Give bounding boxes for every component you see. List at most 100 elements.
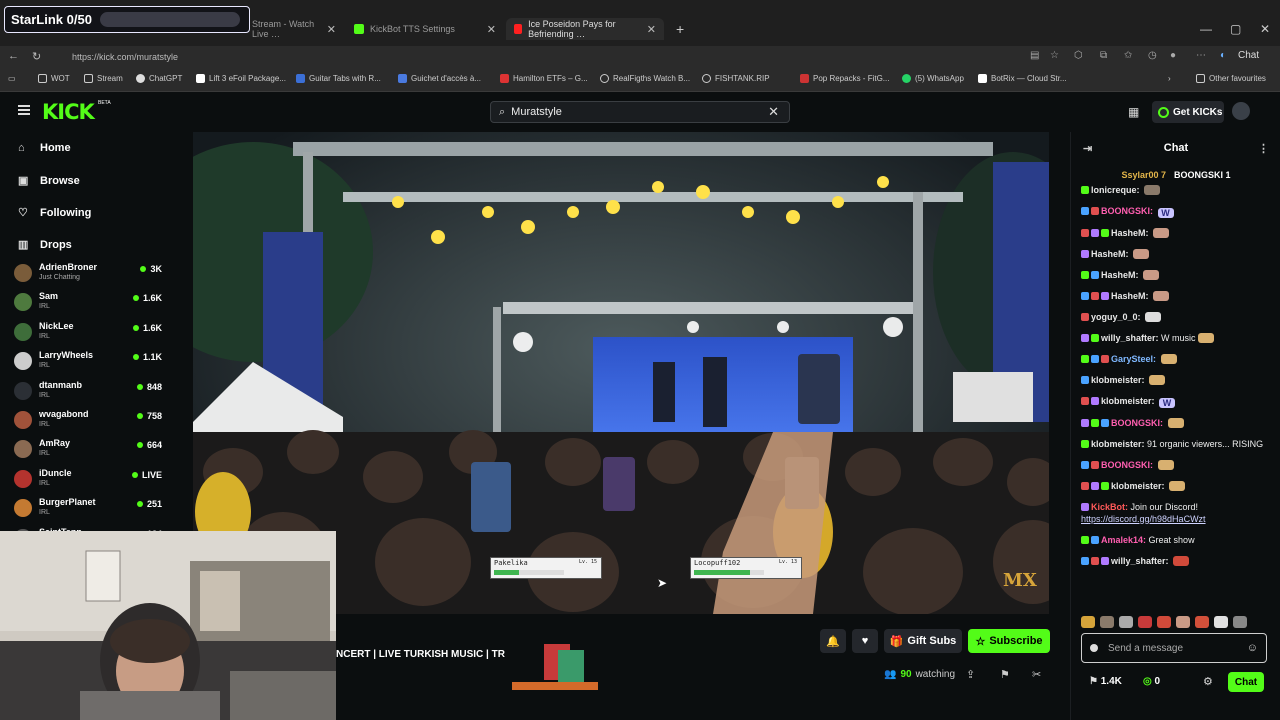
follow-button[interactable]: ♥ bbox=[852, 629, 878, 653]
bookmarks-menu-icon[interactable]: ▭ bbox=[8, 74, 16, 83]
search-input[interactable]: ⌕ Muratstyle ✕ bbox=[490, 101, 790, 123]
points-balance[interactable]: ◎ 0 bbox=[1143, 676, 1160, 687]
emote-icon[interactable] bbox=[1176, 616, 1190, 628]
layout-icon[interactable]: ▦ bbox=[1128, 105, 1139, 119]
close-icon[interactable]: ✕ bbox=[327, 23, 336, 36]
chat-username[interactable]: BOONGSKI: bbox=[1111, 418, 1163, 428]
chat-username[interactable]: BOONGSKI: bbox=[1101, 206, 1153, 216]
bookmark-item[interactable]: BotRix — Cloud Str... bbox=[978, 74, 1067, 83]
share-icon[interactable]: ⇪ bbox=[966, 668, 975, 681]
kick-logo[interactable]: KICK bbox=[42, 100, 95, 124]
bookmark-item[interactable]: FISHTANK.RIP bbox=[702, 74, 770, 83]
url-field[interactable]: https://kick.com/muratstyle bbox=[56, 48, 1016, 66]
bookmark-item[interactable]: (5) WhatsApp bbox=[902, 74, 964, 83]
emote-icon[interactable] bbox=[1100, 616, 1114, 628]
notification-bell-button[interactable]: 🔔 bbox=[820, 629, 846, 653]
gifter-badge[interactable]: BOONGSKI 1 bbox=[1174, 170, 1231, 180]
copilot-icon[interactable]: ◐ bbox=[1220, 50, 1226, 61]
bookmark-item[interactable]: ChatGPT bbox=[136, 74, 182, 83]
sidebar-item-browse[interactable]: ▣ Browse bbox=[18, 174, 80, 188]
reader-icon[interactable]: ▤ bbox=[1030, 50, 1039, 61]
sidebar-channel[interactable]: LarryWheels IRL 1.1K bbox=[12, 348, 164, 376]
maximize-icon[interactable]: ▢ bbox=[1230, 22, 1241, 36]
more-icon[interactable]: ⋯ bbox=[1196, 50, 1206, 61]
close-icon[interactable]: ✕ bbox=[647, 23, 656, 36]
new-tab-button[interactable]: + bbox=[668, 18, 688, 40]
refresh-icon[interactable]: ↻ bbox=[32, 50, 41, 63]
chevron-right-icon[interactable]: › bbox=[1168, 74, 1171, 83]
split-icon[interactable]: ⧉ bbox=[1100, 50, 1107, 61]
sidebar-channel[interactable]: AdrienBroner Just Chatting 3K bbox=[12, 260, 164, 288]
bookmark-item[interactable]: Pop Repacks - FitG... bbox=[800, 74, 889, 83]
favorite-star-icon[interactable]: ☆ bbox=[1050, 50, 1059, 61]
copilot-chat-button[interactable]: Chat bbox=[1238, 50, 1259, 61]
emote-icon[interactable] bbox=[1233, 616, 1247, 628]
window-close-icon[interactable]: ✕ bbox=[1260, 22, 1270, 36]
emote-icon[interactable] bbox=[1081, 616, 1095, 628]
report-icon[interactable]: ⚑ bbox=[1000, 668, 1010, 681]
chat-input[interactable]: Send a message ☺ bbox=[1081, 633, 1267, 663]
bookmark-item[interactable]: WOT bbox=[38, 74, 70, 83]
bookmark-item[interactable]: Stream bbox=[84, 74, 123, 83]
collapse-chat-icon[interactable]: ⇥ bbox=[1083, 142, 1092, 155]
sidebar-channel[interactable]: iDuncle IRL LIVE bbox=[12, 466, 164, 494]
gift-subs-button[interactable]: 🎁 Gift Subs bbox=[884, 629, 962, 653]
bookmark-item[interactable]: Guitar Tabs with R... bbox=[296, 74, 381, 83]
emote-icon[interactable] bbox=[1138, 616, 1152, 628]
browser-tab-youtube[interactable]: Ice Poseidon Pays for Befriending … ✕ bbox=[506, 18, 664, 40]
chat-username[interactable]: Amalek14: bbox=[1101, 535, 1146, 545]
menu-icon[interactable] bbox=[18, 105, 30, 115]
kicks-balance[interactable]: ⚑ 1.4K bbox=[1089, 676, 1122, 687]
gifter-badge[interactable]: Ssylar00 7 bbox=[1121, 170, 1166, 180]
sidebar-channel[interactable]: BurgerPlanet IRL 251 bbox=[12, 495, 164, 523]
chat-username[interactable]: BOONGSKI: bbox=[1101, 460, 1153, 470]
back-icon[interactable]: ← bbox=[8, 50, 19, 62]
emote-icon[interactable] bbox=[1214, 616, 1228, 628]
chat-username[interactable]: klobmeister: bbox=[1091, 439, 1145, 449]
chat-username[interactable]: HasheM: bbox=[1111, 291, 1149, 301]
sidebar-item-home[interactable]: ⌂ Home bbox=[18, 142, 71, 154]
send-chat-button[interactable]: Chat bbox=[1228, 672, 1264, 692]
avatar[interactable] bbox=[1232, 102, 1250, 120]
clear-search-icon[interactable]: ✕ bbox=[768, 104, 779, 120]
chat-username[interactable]: lonicreque: bbox=[1091, 185, 1140, 195]
history-icon[interactable]: ◷ bbox=[1148, 50, 1157, 61]
bookmark-item[interactable]: Guichet d'accès à... bbox=[398, 74, 481, 83]
chat-username[interactable]: klobmeister: bbox=[1111, 481, 1165, 491]
extension-icon[interactable]: ⬡ bbox=[1074, 50, 1083, 61]
sidebar-channel[interactable]: wvagabond IRL 758 bbox=[12, 407, 164, 435]
chat-link[interactable]: https://discord.gg/h98dHaCWzt bbox=[1081, 514, 1206, 524]
bookmark-item[interactable]: RealFigths Watch B... bbox=[600, 74, 690, 83]
chat-username[interactable]: GarySteel: bbox=[1111, 354, 1156, 364]
chat-username[interactable]: HasheM: bbox=[1101, 270, 1139, 280]
sidebar-channel[interactable]: Sam IRL 1.6K bbox=[12, 289, 164, 317]
sidebar-item-drops[interactable]: ▥ Drops bbox=[18, 238, 72, 252]
chat-username[interactable]: yoguy_0_0: bbox=[1091, 312, 1141, 322]
sidebar-channel[interactable]: dtanmanb IRL 848 bbox=[12, 378, 164, 406]
chat-username[interactable]: willy_shafter: bbox=[1101, 333, 1159, 343]
get-kicks-button[interactable]: Get KICKs bbox=[1152, 101, 1224, 123]
minimize-icon[interactable]: — bbox=[1200, 22, 1212, 36]
bookmark-item[interactable]: Other favourites bbox=[1196, 74, 1266, 83]
close-icon[interactable]: ✕ bbox=[487, 23, 496, 36]
favorites-icon[interactable]: ✩ bbox=[1124, 50, 1132, 61]
bookmark-item[interactable]: Lift 3 eFoil Package... bbox=[196, 74, 286, 83]
chat-settings-icon[interactable]: ⋮ bbox=[1258, 142, 1269, 155]
chat-username[interactable]: klobmeister: bbox=[1091, 375, 1145, 385]
sidebar-channel[interactable]: AmRay IRL 664 bbox=[12, 436, 164, 464]
chat-username[interactable]: HasheM: bbox=[1111, 228, 1149, 238]
chat-identity-icon[interactable] bbox=[1090, 644, 1098, 652]
sidebar-item-following[interactable]: ♡ Following bbox=[18, 206, 91, 220]
browser-tab-stream[interactable]: Stream - Watch Live … ✕ bbox=[244, 18, 344, 40]
gear-icon[interactable]: ⚙ bbox=[1203, 675, 1213, 688]
emote-icon[interactable] bbox=[1119, 616, 1133, 628]
chat-username[interactable]: klobmeister: bbox=[1101, 396, 1155, 406]
profile-icon[interactable]: ● bbox=[1170, 50, 1176, 61]
chat-username[interactable]: HasheM: bbox=[1091, 249, 1129, 259]
emote-icon[interactable] bbox=[1157, 616, 1171, 628]
subscribe-button[interactable]: ☆ Subscribe bbox=[968, 629, 1050, 653]
sidebar-channel[interactable]: NickLee IRL 1.6K bbox=[12, 319, 164, 347]
bookmark-item[interactable]: Hamilton ETFs – G... bbox=[500, 74, 588, 83]
emote-icon[interactable] bbox=[1195, 616, 1209, 628]
chat-username[interactable]: KickBot: bbox=[1091, 502, 1128, 512]
